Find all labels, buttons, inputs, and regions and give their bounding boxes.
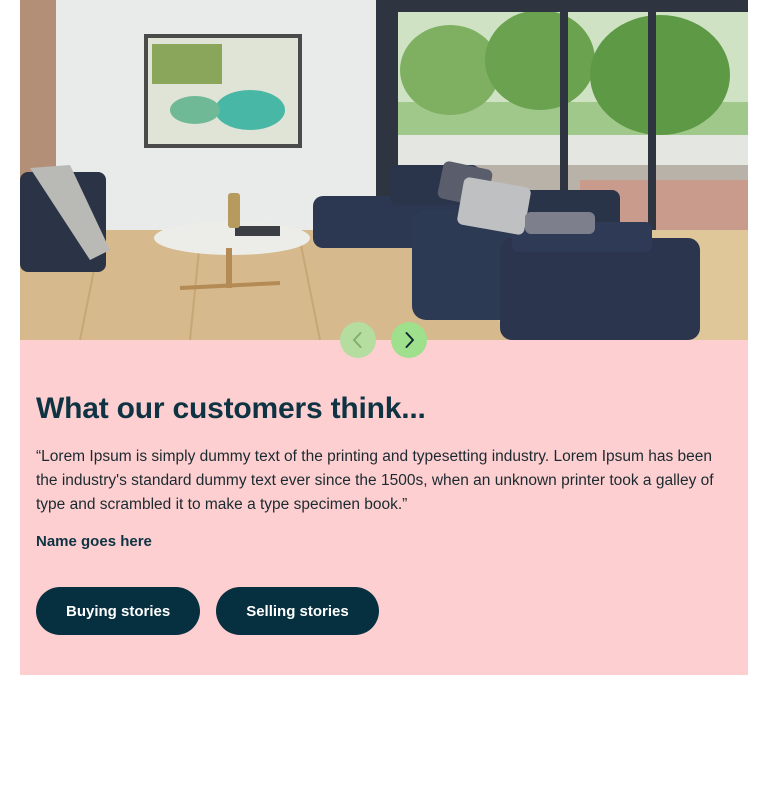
selling-stories-button[interactable]: Selling stories	[216, 587, 379, 635]
carousel-next-button[interactable]	[391, 322, 427, 358]
testimonial-card: What our customers think... “Lorem Ipsum…	[20, 0, 748, 675]
testimonial-quote: “Lorem Ipsum is simply dummy text of the…	[36, 448, 714, 513]
testimonial-author: Name goes here	[36, 533, 152, 550]
story-buttons: Buying stories Selling stories	[36, 587, 379, 635]
testimonial-content: What our customers think... “Lorem Ipsum…	[36, 385, 736, 550]
chevron-left-icon	[353, 332, 362, 348]
chevron-right-icon	[405, 332, 414, 348]
buying-stories-button[interactable]: Buying stories	[36, 587, 201, 635]
hero-image-living-room	[20, 0, 748, 340]
testimonial-heading: What our customers think...	[36, 392, 426, 425]
carousel-prev-button[interactable]	[340, 322, 376, 358]
